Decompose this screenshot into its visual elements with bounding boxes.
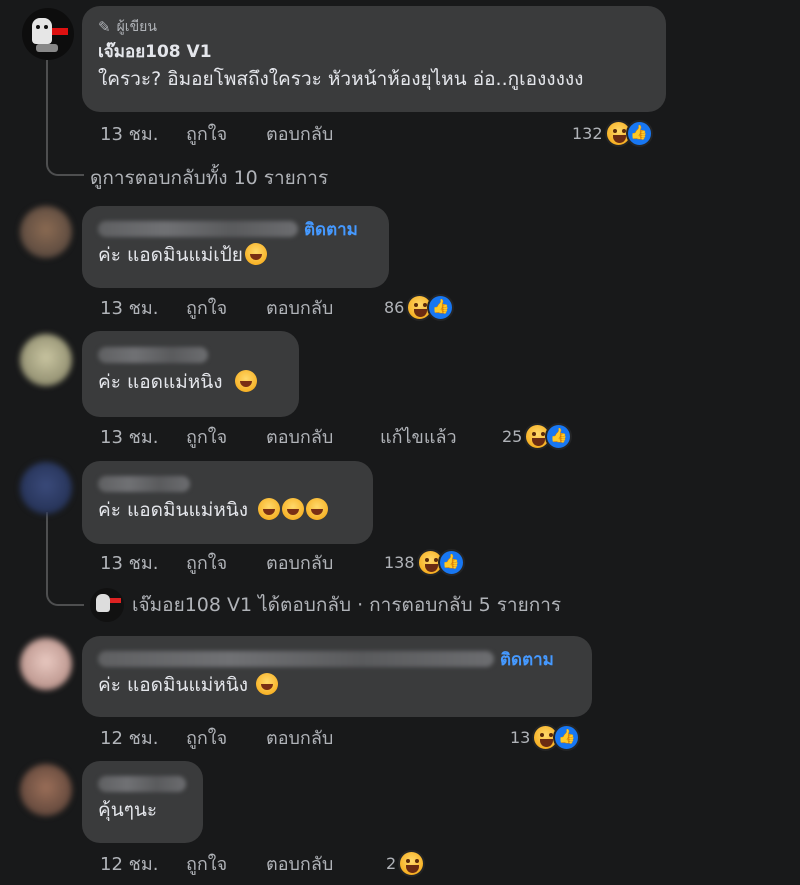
reaction-summary[interactable]: 25 👍 [502, 421, 573, 451]
like-reaction-icon: 👍 [553, 723, 581, 751]
laughing-emoji-icon [398, 849, 426, 877]
thread-line [46, 512, 84, 606]
reaction-count: 138 [384, 552, 415, 572]
author-name[interactable] [98, 221, 298, 237]
author-name[interactable] [98, 347, 208, 363]
comment-bubble: ค่ะ แอดแม่หนิง [82, 331, 299, 417]
like-reaction-icon: 👍 [545, 422, 573, 450]
comment-bubble: ค่ะ แอดมินแม่หนิง [82, 461, 373, 544]
reaction-count: 25 [502, 426, 523, 446]
follow-button[interactable]: ติดตาม [304, 216, 358, 243]
author-name[interactable] [98, 651, 494, 667]
rofl-emoji-icon [306, 498, 329, 520]
reaction-summary[interactable]: 2 [386, 848, 426, 878]
avatar[interactable] [20, 462, 72, 514]
like-button[interactable]: ถูกใจ [186, 723, 266, 752]
edited-label[interactable]: แก้ไขแล้ว [380, 422, 457, 451]
follow-button[interactable]: ติดตาม [500, 646, 554, 673]
view-replies-link[interactable]: ดูการตอบกลับทั้ง 10 รายการ [90, 163, 328, 193]
replied-summary-link[interactable]: เจ๊มอย108 V1 ได้ตอบกลับ · การตอบกลับ 5 ร… [90, 588, 561, 622]
author-name[interactable] [98, 776, 186, 792]
comment-actions: 12 ชม. ถูกใจ ตอบกลับ [100, 722, 333, 752]
comment-bubble: ติดตาม ค่ะ แอดมินแม่หนิง [82, 636, 592, 717]
like-reaction-icon: 👍 [427, 293, 455, 321]
reply-button[interactable]: ตอบกลับ [266, 548, 333, 577]
comment-bubble: ✎ ผู้เขียน เจ๊มอย108 V1 ใครวะ? อิมอยโพสถ… [82, 6, 666, 112]
reply-button[interactable]: ตอบกลับ [266, 293, 333, 322]
sleepy-emoji-icon [234, 370, 257, 392]
comment-text: ค่ะ แอดมินแม่เป้ย [98, 244, 243, 266]
comment-text: ค่ะ แอดแม่หนิง [98, 371, 223, 393]
comment-text: ค่ะ แอดมินแม่หนิง [98, 499, 249, 521]
avatar[interactable] [20, 334, 72, 386]
rofl-emoji-icon [256, 673, 279, 695]
reaction-summary[interactable]: 13 👍 [510, 722, 581, 752]
comment-bubble: ติดตาม ค่ะ แอดมินแม่เป้ย [82, 206, 389, 288]
pencil-icon: ✎ [98, 18, 111, 36]
avatar[interactable] [20, 764, 72, 816]
like-button[interactable]: ถูกใจ [186, 293, 266, 322]
reaction-count: 13 [510, 727, 531, 747]
timestamp[interactable]: 13 ชม. [100, 548, 186, 577]
comment-text: ใครวะ? อิมอยโพสถึงใครวะ หัวหน้าห้องยุไหน… [98, 68, 584, 90]
reaction-count: 132 [572, 123, 603, 143]
avatar[interactable] [20, 638, 72, 690]
like-reaction-icon: 👍 [437, 548, 465, 576]
like-button[interactable]: ถูกใจ [186, 422, 266, 451]
reaction-summary[interactable]: 86 👍 [384, 292, 455, 322]
replied-summary-text: เจ๊มอย108 V1 ได้ตอบกลับ · การตอบกลับ 5 ร… [132, 594, 562, 616]
reaction-summary[interactable]: 132 👍 [572, 118, 653, 148]
reply-author-avatar [90, 588, 124, 622]
reply-button[interactable]: ตอบกลับ [266, 422, 380, 451]
comment-actions: 13 ชม. ถูกใจ ตอบกลับ แก้ไขแล้ว [100, 421, 457, 451]
thread-line [46, 60, 84, 176]
comment-actions: 13 ชม. ถูกใจ ตอบกลับ [100, 547, 333, 577]
rofl-emoji-icon [258, 498, 281, 520]
comment-text: คุ้นๆนะ [98, 799, 158, 821]
reaction-summary[interactable]: 138 👍 [384, 547, 465, 577]
reply-button[interactable]: ตอบกลับ [266, 849, 333, 878]
reaction-count: 86 [384, 297, 405, 317]
like-button[interactable]: ถูกใจ [186, 548, 266, 577]
comment-actions: 13 ชม. ถูกใจ ตอบกลับ [100, 292, 333, 322]
comment-bubble: คุ้นๆนะ [82, 761, 203, 843]
avatar[interactable] [20, 206, 72, 258]
comment-actions: 13 ชม. ถูกใจ ตอบกลับ [100, 118, 333, 148]
reply-button[interactable]: ตอบกลับ [266, 119, 333, 148]
avatar[interactable] [22, 8, 74, 60]
reaction-count: 2 [386, 853, 397, 873]
author-name[interactable]: เจ๊มอย108 V1 [98, 38, 650, 66]
timestamp[interactable]: 13 ชม. [100, 119, 186, 148]
author-badge: ผู้เขียน [116, 19, 157, 35]
like-button[interactable]: ถูกใจ [186, 119, 266, 148]
reply-button[interactable]: ตอบกลับ [266, 723, 333, 752]
comment-text: ค่ะ แอดมินแม่หนิง [98, 674, 249, 696]
timestamp[interactable]: 13 ชม. [100, 293, 186, 322]
rofl-emoji-icon [244, 243, 267, 265]
comment-actions: 12 ชม. ถูกใจ ตอบกลับ [100, 848, 333, 878]
timestamp[interactable]: 12 ชม. [100, 723, 186, 752]
timestamp[interactable]: 12 ชม. [100, 849, 186, 878]
rofl-emoji-icon [282, 498, 305, 520]
like-reaction-icon: 👍 [625, 119, 653, 147]
timestamp[interactable]: 13 ชม. [100, 422, 186, 451]
author-name[interactable] [98, 476, 190, 492]
like-button[interactable]: ถูกใจ [186, 849, 266, 878]
